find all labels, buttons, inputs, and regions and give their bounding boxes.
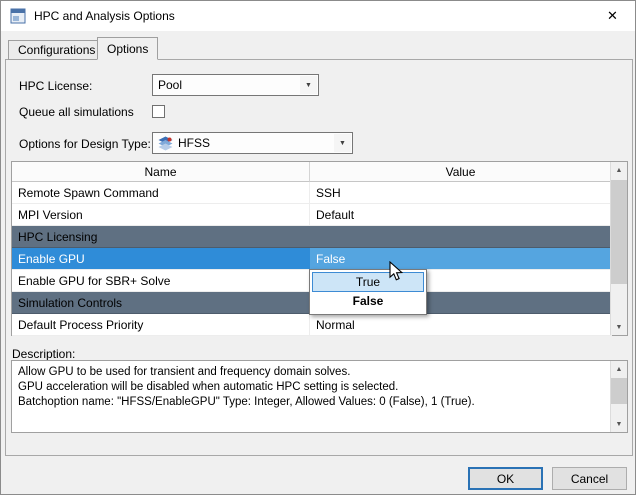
row-name: MPI Version <box>12 204 310 226</box>
row-name: Remote Spawn Command <box>12 182 310 204</box>
table-header-row: Name Value <box>12 162 612 182</box>
hfss-icon <box>158 136 173 151</box>
row-value[interactable]: False <box>310 248 612 270</box>
scroll-up-icon[interactable]: ▲ <box>611 162 627 178</box>
row-name: Default Process Priority <box>12 314 310 336</box>
hpc-analysis-options-dialog: HPC and Analysis Options ✕ Configuration… <box>0 0 636 495</box>
table-row-hpc-licensing-section[interactable]: HPC Licensing <box>12 226 612 248</box>
ok-button[interactable]: OK <box>468 467 543 490</box>
description-line: Batchoption name: "HFSS/EnableGPU" Type:… <box>18 395 604 410</box>
window-title: HPC and Analysis Options <box>34 9 175 23</box>
queue-all-label: Queue all simulations <box>19 104 134 120</box>
close-button[interactable]: ✕ <box>590 1 635 31</box>
popup-option-true[interactable]: True <box>312 272 424 292</box>
description-line: GPU acceleration will be disabled when a… <box>18 380 604 395</box>
hpc-license-label: HPC License: <box>19 78 92 94</box>
row-name: Enable GPU for SBR+ Solve <box>12 270 310 292</box>
table-scrollbar[interactable]: ▲ ▼ <box>610 162 627 335</box>
column-header-value[interactable]: Value <box>310 162 612 182</box>
column-header-name[interactable]: Name <box>12 162 310 182</box>
design-type-label: Options for Design Type: <box>19 136 151 152</box>
chevron-down-icon[interactable]: ▼ <box>300 76 317 94</box>
section-row-label: HPC Licensing <box>12 226 612 248</box>
popup-option-false[interactable]: False <box>312 292 424 312</box>
description-line: Allow GPU to be used for transient and f… <box>18 365 604 380</box>
hpc-license-select[interactable]: Pool ▼ <box>152 74 319 96</box>
table-row-mpi-version[interactable]: MPI Version Default <box>12 204 612 226</box>
queue-all-checkbox[interactable] <box>152 105 165 118</box>
scroll-down-icon[interactable]: ▼ <box>611 319 627 335</box>
description-text: Allow GPU to be used for transient and f… <box>12 361 610 432</box>
title-bar[interactable]: HPC and Analysis Options ✕ <box>1 1 635 31</box>
app-icon <box>10 8 26 24</box>
scrollbar-thumb[interactable] <box>611 180 627 284</box>
scrollbar-thumb[interactable] <box>611 378 627 404</box>
row-name: Enable GPU <box>12 248 310 270</box>
row-value[interactable]: Normal <box>310 314 612 336</box>
scroll-up-icon[interactable]: ▲ <box>611 361 627 377</box>
row-value[interactable]: Default <box>310 204 612 226</box>
description-scrollbar[interactable]: ▲ ▼ <box>610 361 627 432</box>
value-dropdown-popup: True False <box>309 269 427 315</box>
design-type-value: HFSS <box>178 136 210 150</box>
description-box[interactable]: Allow GPU to be used for transient and f… <box>11 360 628 433</box>
scroll-down-icon[interactable]: ▼ <box>611 416 627 432</box>
table-row-default-process-priority[interactable]: Default Process Priority Normal <box>12 314 612 336</box>
tab-options[interactable]: Options <box>97 37 158 60</box>
design-type-select[interactable]: HFSS ▼ <box>152 132 353 154</box>
table-row-enable-gpu[interactable]: Enable GPU False <box>12 248 612 270</box>
hpc-license-value: Pool <box>158 78 182 92</box>
cancel-button[interactable]: Cancel <box>552 467 627 490</box>
tab-configurations[interactable]: Configurations <box>8 40 105 60</box>
table-row-remote-spawn-command[interactable]: Remote Spawn Command SSH <box>12 182 612 204</box>
chevron-down-icon[interactable]: ▼ <box>334 134 351 152</box>
row-value[interactable]: SSH <box>310 182 612 204</box>
